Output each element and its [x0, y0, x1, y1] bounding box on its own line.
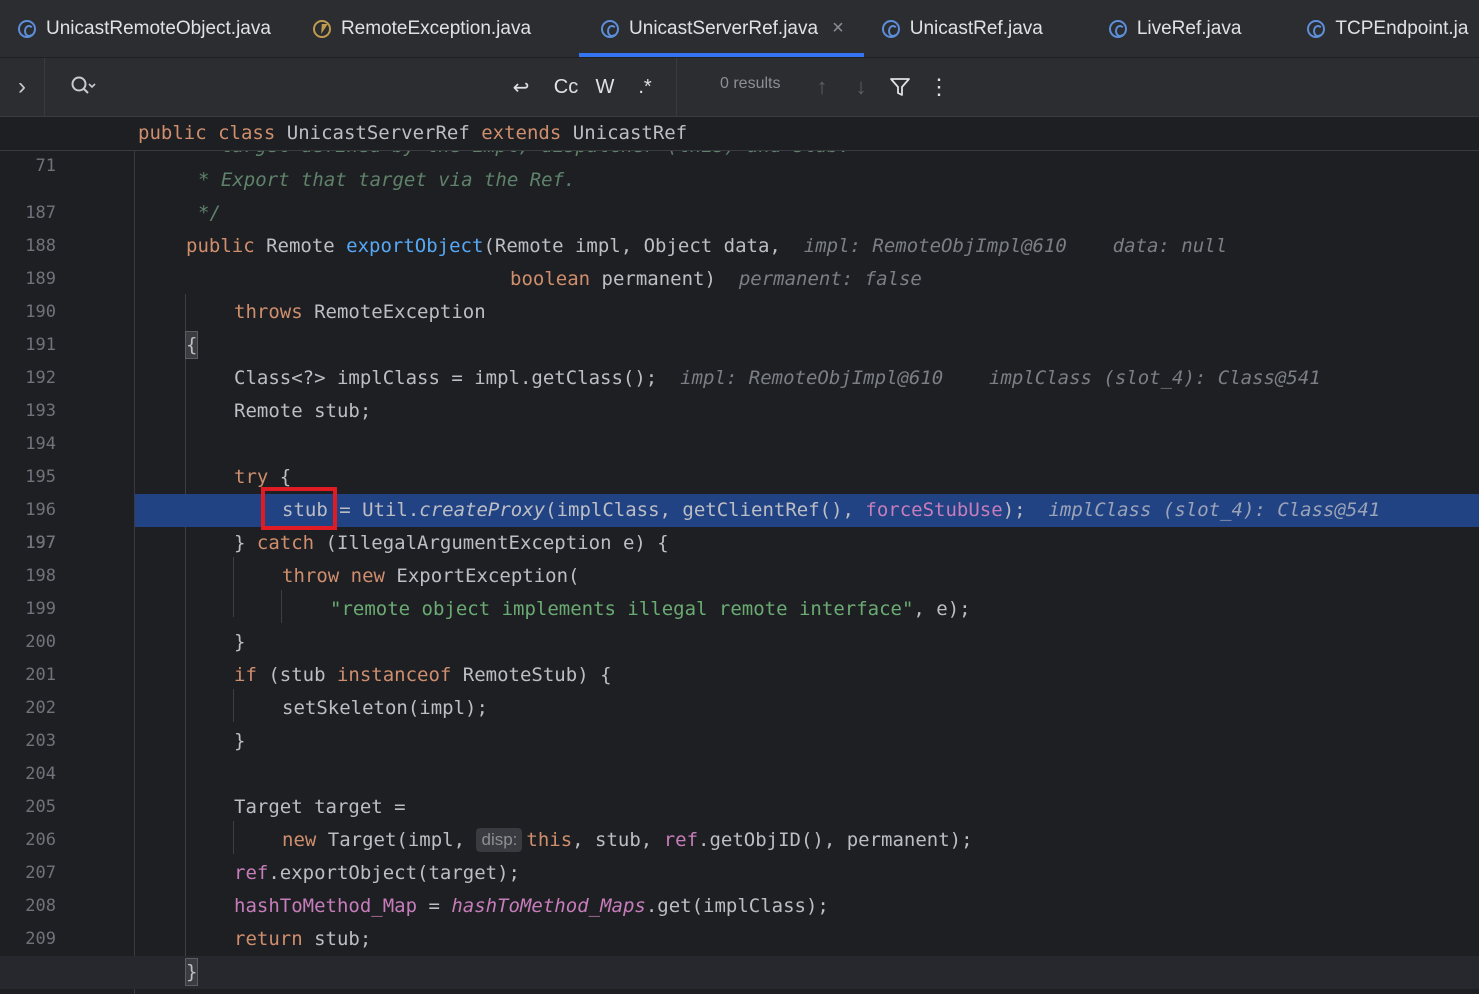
code-line[interactable]: 190 boolean permanent) permanent: false	[0, 263, 1479, 322]
search-history-icon[interactable]	[70, 75, 96, 99]
tab-label: UnicastRemoteObject.java	[46, 17, 271, 39]
debug-value-hint: permanent: false	[738, 268, 922, 290]
debug-value-hint: data: null	[1112, 235, 1228, 257]
code-line[interactable]: 192 {	[0, 329, 1479, 388]
code-line[interactable]: 204 }	[0, 725, 1479, 784]
code-line[interactable]: 195	[0, 428, 1479, 487]
code-line[interactable]: 194 Remote stub;	[0, 395, 1479, 454]
exception-class-icon	[312, 19, 331, 38]
code-line[interactable]: 191 throws RemoteException	[0, 296, 1479, 355]
toolbar-separator	[676, 58, 677, 116]
tab-label: UnicastServerRef.java	[629, 17, 819, 39]
sticky-scope-header[interactable]: 71 public class UnicastServerRef extends…	[0, 117, 1479, 176]
highlight-annotation-box	[261, 487, 337, 530]
filter-icon[interactable]	[885, 72, 915, 102]
code-line[interactable]: 206 Target target =	[0, 791, 1479, 850]
match-case-toggle[interactable]: Cc	[550, 72, 582, 102]
code-line[interactable]: 198 } catch (IllegalArgumentException e)…	[0, 527, 1479, 586]
code-line[interactable]: 203 setSkeleton(impl);	[0, 692, 1479, 751]
code-line[interactable]: 207 new Target(impl, disp: this, stub, re…	[0, 824, 1479, 883]
more-options-icon[interactable]: ⋮	[924, 72, 954, 102]
tab-label: UnicastRef.java	[909, 17, 1043, 39]
tab-liveref[interactable]: LiveRef.java	[1063, 0, 1262, 57]
class-icon	[601, 19, 620, 38]
code-line[interactable]: 208 ref.exportObject(target);	[0, 857, 1479, 916]
expand-replace-button[interactable]: ›	[0, 58, 45, 116]
matched-brace: }	[184, 958, 199, 986]
code-line[interactable]: 187 * Export that target via the Ref.	[0, 164, 1479, 223]
editor-tab-bar: UnicastRemoteObject.java RemoteException…	[0, 0, 1479, 58]
tab-label: RemoteException.java	[340, 17, 532, 39]
whole-words-toggle[interactable]: W	[591, 72, 619, 102]
code-line[interactable]: 193 Class<?> implClass = impl.getClass()…	[0, 362, 1479, 421]
matched-brace: {	[184, 331, 199, 359]
code-line[interactable]: 200 "remote object implements illegal re…	[0, 593, 1479, 652]
code-line[interactable]: 196 try {	[0, 461, 1479, 520]
debug-value-hint: implClass (slot_4): Class@541	[989, 367, 1321, 389]
class-icon	[881, 19, 900, 38]
code-line[interactable]: 189 public Remote exportObject(Remote im…	[0, 230, 1479, 289]
debug-value-hint: implClass (slot_4): Class@541	[1048, 499, 1381, 521]
code-line[interactable]: 202 if (stub instanceof RemoteStub) {	[0, 659, 1479, 718]
code-line[interactable]: 201 }	[0, 626, 1479, 685]
next-occurrence-icon[interactable]: ↓	[846, 72, 876, 102]
code-line[interactable]: 205	[0, 758, 1479, 817]
tab-unicastserverref[interactable]: UnicastServerRef.java ×	[579, 0, 864, 57]
debug-value-hint: impl: RemoteObjImpl@610	[803, 235, 1067, 257]
code-line[interactable]: 210 return stub;	[0, 923, 1479, 982]
tab-unicastremoteobject[interactable]: UnicastRemoteObject.java	[0, 0, 291, 57]
gutter-cell: 197	[25, 533, 56, 553]
class-icon	[1307, 19, 1326, 38]
code-line[interactable]: 188 */	[0, 197, 1479, 256]
code-editor[interactable]: 71 public class UnicastServerRef extends…	[0, 117, 1479, 994]
tab-remoteexception[interactable]: RemoteException.java	[291, 0, 551, 57]
preserve-case-toggle[interactable]: ↩	[506, 72, 536, 102]
search-results-count: 0 results	[720, 75, 781, 92]
code-line[interactable]: 209 hashToMethod_Map = hashToMethod_Maps…	[0, 890, 1479, 949]
parameter-name-hint: disp:	[476, 828, 523, 852]
line-number: 211	[0, 989, 56, 994]
tab-unicastref[interactable]: UnicastRef.java	[864, 0, 1063, 57]
class-icon	[1108, 19, 1127, 38]
caret-line[interactable]: 211 }	[0, 956, 1479, 989]
line-number: 71	[35, 156, 56, 176]
debug-value-hint: impl: RemoteObjImpl@610	[680, 367, 944, 389]
tab-label: LiveRef.java	[1136, 17, 1242, 39]
previous-occurrence-icon[interactable]: ↑	[807, 72, 837, 102]
close-tab-icon[interactable]: ×	[832, 17, 844, 40]
code-line[interactable]: 199 throw new ExportException(	[0, 560, 1479, 619]
regex-toggle[interactable]: .*	[630, 72, 660, 102]
find-toolbar: › ↩ Cc W .* 0 results ↑ ↓ ⋮	[0, 58, 1479, 117]
tab-tcpendpoint[interactable]: TCPEndpoint.ja	[1261, 0, 1479, 57]
tab-label: TCPEndpoint.ja	[1335, 17, 1469, 39]
class-icon	[18, 19, 36, 38]
